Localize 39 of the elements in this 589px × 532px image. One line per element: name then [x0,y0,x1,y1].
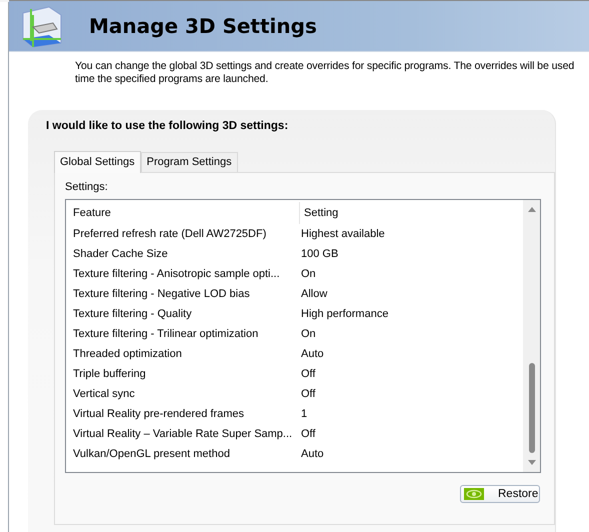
table-cell-text: Off [300,368,316,380]
page-title: Manage 3D Settings [89,14,317,38]
settings-label: Settings: [65,181,109,195]
table-cell-text: Triple buffering [73,368,147,380]
table-cell-text: Off [300,428,316,440]
eye-logo-icon [464,488,484,500]
table-cell-text: Highest available [300,228,386,240]
tab[interactable]: Program Settings [140,152,238,172]
scroll-thumb[interactable] [528,363,534,453]
table-cell-text: Texture filtering - Negative LOD bias [73,288,251,300]
section-heading: I would like to use the following 3D settings: [46,120,290,134]
table-cell-text: Texture filtering - Quality [73,308,193,320]
scrollbar[interactable] [523,200,540,472]
table-cell-text: Off [300,388,316,400]
table-cell-text: Auto [300,348,325,360]
table-cell-text: 100 GB [300,248,340,260]
tab[interactable]: Global Settings [54,151,141,173]
table-cell-text: Preferred refresh rate (Dell AW2725DF) [73,228,268,240]
table-cell-text: Virtual Reality – Variable Rate Super Samp... [73,428,294,440]
description-text: You can change the global 3D settings and create overrides for specific programs. The overrides will be used [75,60,576,73]
table-cell-text: Virtual Reality pre-rendered frames [73,408,245,420]
table-cell-text: Auto [300,448,325,460]
description-text: time the specified programs are launched. [75,73,270,86]
table-cell-text: Allow [300,288,328,300]
column-header[interactable]: Setting [304,202,523,224]
column-header[interactable]: Feature [73,202,300,224]
table-cell-text: Threaded optimization [73,348,183,360]
table-cell-text: Texture filtering - Anisotropic sample opti... [73,268,281,280]
table-cell-text: Shader Cache Size [73,248,169,260]
table-cell-text: Vertical sync [73,388,136,400]
table-cell-text: 1 [300,408,308,420]
scroll-down-icon[interactable] [528,460,536,465]
table-cell-text: Texture filtering - Trilinear optimization [73,328,260,340]
table-cell-text: High performance [300,308,390,320]
table-cell-text: On [300,268,317,280]
table-cell-text: Vulkan/OpenGL present method [73,448,231,460]
restore-button[interactable]: Restore [460,485,540,503]
table-cell-text: On [300,328,317,340]
scroll-up-icon[interactable] [528,207,536,212]
